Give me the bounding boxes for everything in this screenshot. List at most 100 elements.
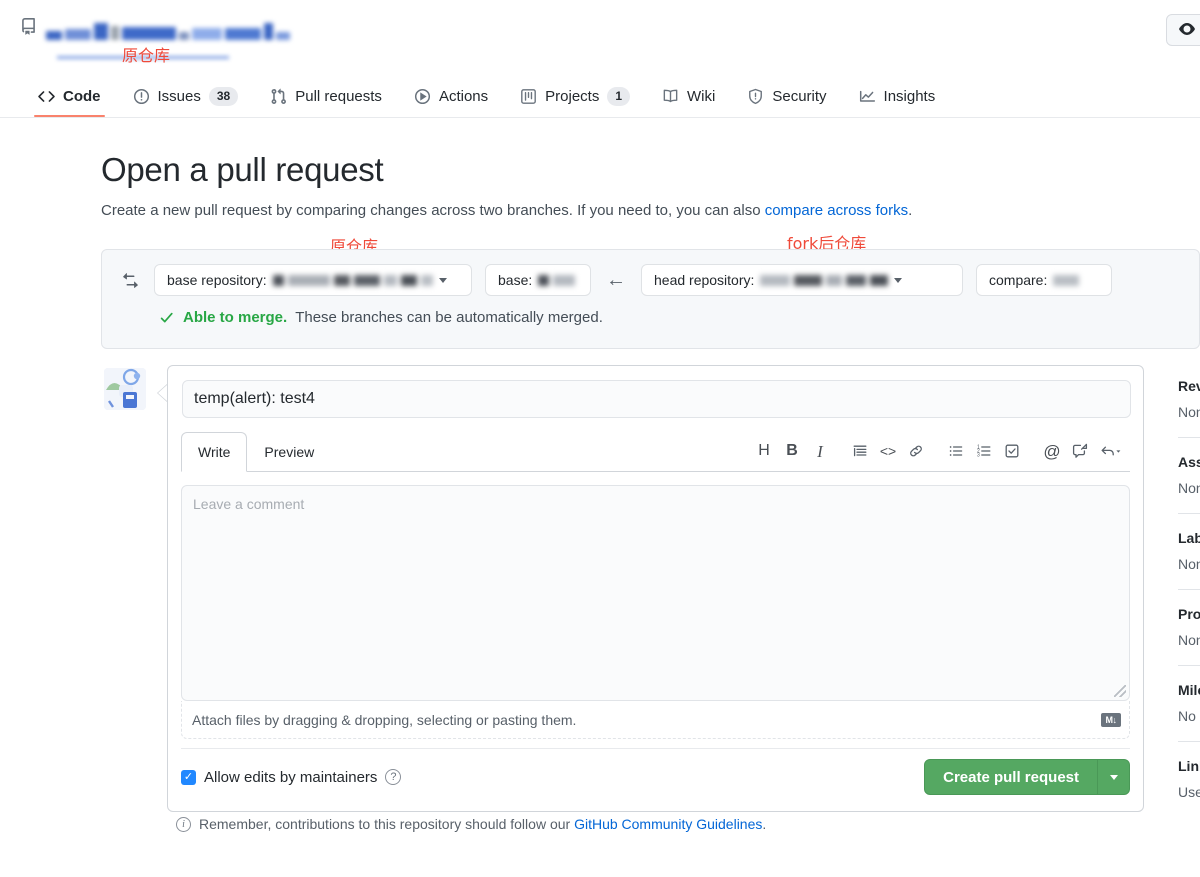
markdown-toolbar: H B I <> — [750, 439, 1128, 463]
page-title: Open a pull request — [101, 150, 1200, 190]
heading-icon[interactable]: H — [750, 439, 778, 463]
git-pull-request-icon — [270, 88, 287, 105]
quote-icon[interactable] — [846, 439, 874, 463]
sidebar-section-assignees[interactable]: Assignees None yet — [1178, 454, 1200, 496]
create-pull-request-button[interactable]: Create pull request — [924, 759, 1130, 795]
head-repository-label: head repository: — [654, 272, 754, 288]
arrow-switch-icon[interactable] — [122, 272, 139, 289]
unordered-list-icon[interactable] — [942, 439, 970, 463]
reference-icon[interactable] — [1094, 439, 1128, 463]
compare-branch-select[interactable]: compare: — [976, 264, 1112, 296]
tab-issues[interactable]: Issues 38 — [117, 76, 255, 116]
tab-pull-requests[interactable]: Pull requests — [254, 76, 398, 116]
tab-insights[interactable]: Insights — [843, 76, 952, 116]
link-icon[interactable] — [902, 439, 930, 463]
base-branch-label: base: — [498, 272, 532, 288]
task-list-icon[interactable] — [998, 439, 1026, 463]
sidebar-section-projects[interactable]: Projects None yet — [1178, 606, 1200, 648]
arrow-left-icon: ← — [604, 270, 628, 290]
tab-preview[interactable]: Preview — [247, 432, 331, 472]
ordered-list-icon[interactable]: 123 — [970, 439, 998, 463]
compare-across-forks-link[interactable]: compare across forks — [765, 202, 908, 219]
tab-label: Security — [772, 88, 826, 105]
italic-icon[interactable]: I — [806, 439, 834, 463]
comment-placeholder: Leave a comment — [193, 496, 304, 512]
tab-wiki[interactable]: Wiki — [646, 76, 731, 116]
create-pull-request-dropdown[interactable] — [1097, 760, 1129, 794]
tab-label: Projects — [545, 88, 599, 105]
repo-nav: Code Issues 38 Pull requests Actions — [0, 76, 1200, 118]
issues-count-badge: 38 — [209, 87, 238, 106]
chevron-down-icon — [1110, 775, 1118, 780]
book-icon — [662, 88, 679, 105]
footer-note-text: Remember, contributions to this reposito… — [199, 816, 766, 832]
check-icon — [159, 310, 175, 326]
sidebar-title: Milestone — [1178, 682, 1200, 698]
github-community-guidelines-link[interactable]: GitHub Community Guidelines — [574, 816, 762, 832]
toolbar-group-text: H B I — [750, 439, 834, 463]
head-repository-select[interactable]: head repository: — [641, 264, 963, 296]
allow-edits-label: Allow edits by maintainers — [204, 769, 377, 786]
resize-handle[interactable] — [1114, 685, 1126, 697]
page-subtitle: Create a new pull request by comparing c… — [101, 201, 1200, 221]
mention-icon[interactable]: @ — [1038, 439, 1066, 463]
footer-note-before: Remember, contributions to this reposito… — [199, 816, 574, 832]
toolbar-group-extras: @ — [1038, 439, 1128, 463]
merge-status: Able to merge. These branches can be aut… — [159, 309, 1199, 326]
repo-breadcrumb[interactable] — [20, 18, 290, 40]
base-repository-value-redacted — [273, 274, 433, 286]
base-repository-select[interactable]: base repository: — [154, 264, 472, 296]
sidebar-title: Labels — [1178, 530, 1200, 546]
subtitle-text-after: . — [908, 202, 912, 219]
sidebar-divider — [1178, 665, 1200, 666]
eye-icon — [1179, 21, 1195, 40]
repo-name-redacted[interactable] — [46, 18, 290, 40]
annotation-repo-header: 原仓库 — [122, 42, 170, 66]
base-branch-value-redacted — [538, 274, 575, 286]
sidebar-section-linked-issues[interactable]: Linked issues Use — [1178, 758, 1200, 800]
tab-actions[interactable]: Actions — [398, 76, 504, 116]
issue-opened-icon — [133, 88, 150, 105]
base-branch-select[interactable]: base: — [485, 264, 591, 296]
active-tab-underline — [34, 115, 105, 117]
pull-request-sidebar: Reviewers None yet Assignees None yet La… — [1178, 378, 1200, 800]
sidebar-value: None yet — [1178, 404, 1200, 420]
sidebar-section-reviewers[interactable]: Reviewers None yet — [1178, 378, 1200, 420]
chevron-down-icon — [894, 278, 902, 283]
sidebar-section-labels[interactable]: Labels None yet — [1178, 530, 1200, 572]
code-icon[interactable]: <> — [874, 439, 902, 463]
allow-edits-checkbox[interactable]: ✓ — [181, 770, 196, 785]
avatar[interactable] — [104, 368, 146, 410]
tab-code[interactable]: Code — [22, 76, 117, 116]
main-content: Open a pull request Create a new pull re… — [0, 150, 1200, 221]
tab-projects[interactable]: Projects 1 — [504, 76, 646, 116]
bold-icon[interactable]: B — [778, 439, 806, 463]
graph-icon — [859, 88, 876, 105]
attach-files-text: Attach files by dragging & dropping, sel… — [184, 712, 576, 728]
merge-status-strong: Able to merge. — [183, 309, 287, 326]
sidebar-value: Use — [1178, 784, 1200, 800]
tab-write[interactable]: Write — [181, 432, 247, 472]
comment-textarea[interactable]: Leave a comment — [181, 485, 1130, 701]
sidebar-section-milestone[interactable]: Milestone No milestone — [1178, 682, 1200, 724]
attach-files-bar[interactable]: Attach files by dragging & dropping, sel… — [181, 701, 1130, 739]
code-icon — [38, 88, 55, 105]
tab-label: Issues — [158, 88, 201, 105]
merge-status-text: These branches can be automatically merg… — [295, 309, 603, 326]
saved-reply-icon[interactable] — [1066, 439, 1094, 463]
form-actions: ✓ Allow edits by maintainers ? Create pu… — [181, 748, 1130, 811]
tab-label: Actions — [439, 88, 488, 105]
info-icon: i — [176, 817, 191, 832]
sidebar-divider — [1178, 589, 1200, 590]
repo-icon — [20, 18, 37, 40]
markdown-icon[interactable]: M↓ — [1101, 713, 1121, 727]
watch-button[interactable]: W — [1166, 14, 1200, 46]
tab-label: Wiki — [687, 88, 715, 105]
allow-edits-row[interactable]: ✓ Allow edits by maintainers ? — [181, 769, 401, 786]
question-icon[interactable]: ? — [385, 769, 401, 785]
chevron-down-icon — [439, 278, 447, 283]
sidebar-title: Reviewers — [1178, 378, 1200, 394]
pull-request-title-input[interactable]: temp(alert): test4 — [182, 380, 1131, 418]
footer-note-after: . — [762, 816, 766, 832]
tab-security[interactable]: Security — [731, 76, 842, 116]
